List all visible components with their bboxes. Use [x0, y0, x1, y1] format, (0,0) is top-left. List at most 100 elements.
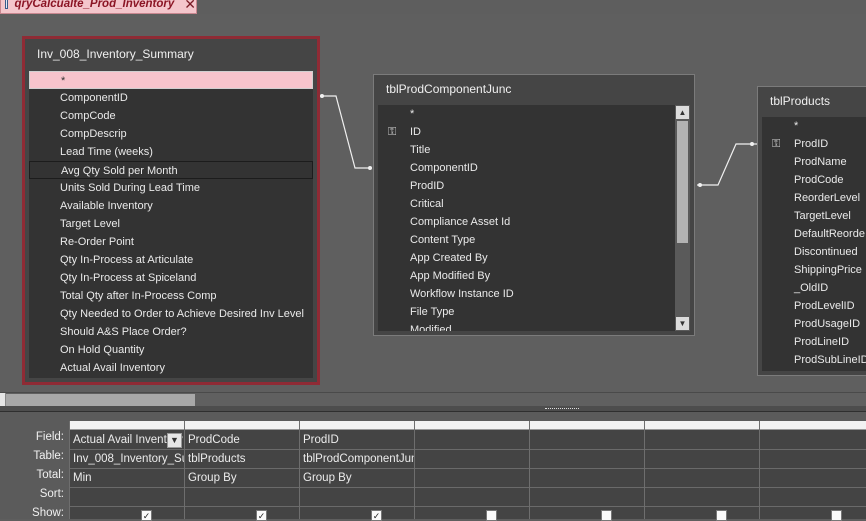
- field-list-scrollbar[interactable]: ▲ ▼: [675, 105, 690, 331]
- join-line-product[interactable]: [697, 143, 757, 186]
- grid-cell-table[interactable]: [760, 450, 866, 469]
- field-item[interactable]: ProdLineID: [762, 333, 866, 351]
- field-item[interactable]: ProdUsageID: [762, 315, 866, 333]
- field-item[interactable]: Re-Order Point: [29, 233, 313, 251]
- field-item[interactable]: Discontinued: [762, 243, 866, 261]
- field-item[interactable]: *: [378, 105, 690, 123]
- table-title[interactable]: Inv_008_Inventory_Summary: [25, 39, 317, 69]
- scroll-thumb[interactable]: [677, 121, 688, 243]
- field-item[interactable]: ⚿ ID: [378, 123, 690, 141]
- query-tab[interactable]: qryCalcualte_Prod_Inventory ✕: [0, 0, 197, 14]
- field-item[interactable]: ProdName: [762, 153, 866, 171]
- scroll-down-icon[interactable]: ▼: [676, 317, 689, 330]
- table-products[interactable]: tblProducts * ⚿ ProdID ProdName ProdCode Reor…: [757, 86, 866, 376]
- field-item[interactable]: Lead Time (weeks): [29, 143, 313, 161]
- field-item[interactable]: Qty In-Process at Articulate: [29, 251, 313, 269]
- grid-cell-total[interactable]: Group By: [185, 469, 299, 488]
- grid-cell-field[interactable]: ProdCode: [185, 431, 299, 450]
- field-item[interactable]: Actual Avail Inventory: [29, 359, 313, 377]
- field-item[interactable]: TargetLevel: [762, 207, 866, 225]
- show-checkbox[interactable]: [601, 510, 612, 521]
- field-item[interactable]: File Type: [378, 303, 690, 321]
- grid-cell-table[interactable]: tblProducts: [185, 450, 299, 469]
- design-area-scrollbar[interactable]: [0, 392, 866, 406]
- column-selector[interactable]: [530, 421, 644, 430]
- field-item[interactable]: Content Type: [378, 231, 690, 249]
- column-selector[interactable]: [415, 421, 529, 430]
- grid-cell-table[interactable]: [415, 450, 529, 469]
- show-checkbox[interactable]: ✓: [371, 510, 382, 521]
- table-prod-component-junc[interactable]: tblProdComponentJunc * ⚿ ID Title ComponentI…: [373, 74, 695, 336]
- show-checkbox[interactable]: [716, 510, 727, 521]
- field-item[interactable]: *: [762, 117, 866, 135]
- field-item[interactable]: Total Qty after In-Process Comp: [29, 287, 313, 305]
- table-title[interactable]: tblProducts: [758, 87, 866, 115]
- field-item[interactable]: ComponentID: [29, 89, 313, 107]
- grid-cell-table[interactable]: [530, 450, 644, 469]
- close-icon[interactable]: ✕: [184, 0, 196, 11]
- grid-column[interactable]: [529, 421, 644, 521]
- field-item[interactable]: DefaultReorde: [762, 225, 866, 243]
- show-checkbox[interactable]: [486, 510, 497, 521]
- grid-column[interactable]: [414, 421, 529, 521]
- grid-cell-sort[interactable]: [415, 488, 529, 507]
- grid-cell-total[interactable]: [530, 469, 644, 488]
- column-selector[interactable]: [300, 421, 414, 430]
- dropdown-icon[interactable]: ▼: [167, 433, 182, 448]
- field-item[interactable]: Avg Qty Sold per Month: [29, 161, 313, 179]
- field-item[interactable]: ShippingPrice: [762, 261, 866, 279]
- field-item[interactable]: App Created By: [378, 249, 690, 267]
- field-item[interactable]: Title: [378, 141, 690, 159]
- grid-cell-sort[interactable]: [645, 488, 759, 507]
- scroll-up-icon[interactable]: ▲: [676, 106, 689, 119]
- field-item[interactable]: CompCode: [29, 107, 313, 125]
- field-item[interactable]: On Hold Quantity: [29, 341, 313, 359]
- grid-cell-field[interactable]: [760, 431, 866, 450]
- field-item[interactable]: ReorderLevel: [762, 189, 866, 207]
- show-checkbox[interactable]: ✓: [141, 510, 152, 521]
- show-checkbox[interactable]: [831, 510, 842, 521]
- field-item[interactable]: Should A&S Place Order?: [29, 323, 313, 341]
- field-item[interactable]: Qty In-Process at Spiceland: [29, 269, 313, 287]
- grid-column[interactable]: Actual Avail Inventory ▼ Inv_008_Inventory…: [69, 421, 184, 521]
- field-item[interactable]: Critical: [378, 195, 690, 213]
- grid-cell-sort[interactable]: [760, 488, 866, 507]
- field-item[interactable]: *: [29, 71, 313, 89]
- grid-column[interactable]: ProdCode tblProducts Group By ✓: [184, 421, 299, 521]
- column-selector[interactable]: [760, 421, 866, 430]
- grid-cell-total[interactable]: [415, 469, 529, 488]
- field-item[interactable]: ProdID: [378, 177, 690, 195]
- grid-cell-sort[interactable]: [70, 488, 184, 507]
- field-item[interactable]: ProdCode: [762, 171, 866, 189]
- field-item[interactable]: ProdLevelID: [762, 297, 866, 315]
- field-item[interactable]: App Modified By: [378, 267, 690, 285]
- grid-cell-sort[interactable]: [185, 488, 299, 507]
- field-item[interactable]: Workflow Instance ID: [378, 285, 690, 303]
- field-item[interactable]: ⚿ ProdID: [762, 135, 866, 153]
- field-item[interactable]: CompDescrip: [29, 125, 313, 143]
- grid-cell-field[interactable]: ProdID: [300, 431, 414, 450]
- grid-column[interactable]: [759, 421, 866, 521]
- grid-cell-total[interactable]: [645, 469, 759, 488]
- grid-cell-field[interactable]: [530, 431, 644, 450]
- join-line-component[interactable]: [320, 95, 372, 169]
- column-selector[interactable]: [70, 421, 184, 430]
- grid-cell-total[interactable]: [760, 469, 866, 488]
- field-item[interactable]: Available Inventory: [29, 197, 313, 215]
- field-item[interactable]: Modified: [378, 321, 690, 331]
- table-inventory-summary[interactable]: Inv_008_Inventory_Summary * ComponentID Co…: [22, 36, 320, 385]
- show-checkbox[interactable]: ✓: [256, 510, 267, 521]
- scroll-thumb[interactable]: [6, 394, 195, 406]
- field-item[interactable]: ComponentID: [378, 159, 690, 177]
- grid-cell-table[interactable]: Inv_008_Inventory_Summary: [70, 450, 184, 469]
- grid-cell-sort[interactable]: [530, 488, 644, 507]
- grid-cell-table[interactable]: tblProdComponentJunc: [300, 450, 414, 469]
- field-item[interactable]: Units Sold During Lead Time: [29, 179, 313, 197]
- grid-cell-field[interactable]: [415, 431, 529, 450]
- grid-cell-total[interactable]: Group By: [300, 469, 414, 488]
- grid-cell-field[interactable]: Actual Avail Inventory ▼: [70, 431, 184, 450]
- grid-cell-table[interactable]: [645, 450, 759, 469]
- field-item[interactable]: ProdSubLineID: [762, 351, 866, 369]
- grid-column[interactable]: [644, 421, 759, 521]
- field-item[interactable]: _OldID: [762, 279, 866, 297]
